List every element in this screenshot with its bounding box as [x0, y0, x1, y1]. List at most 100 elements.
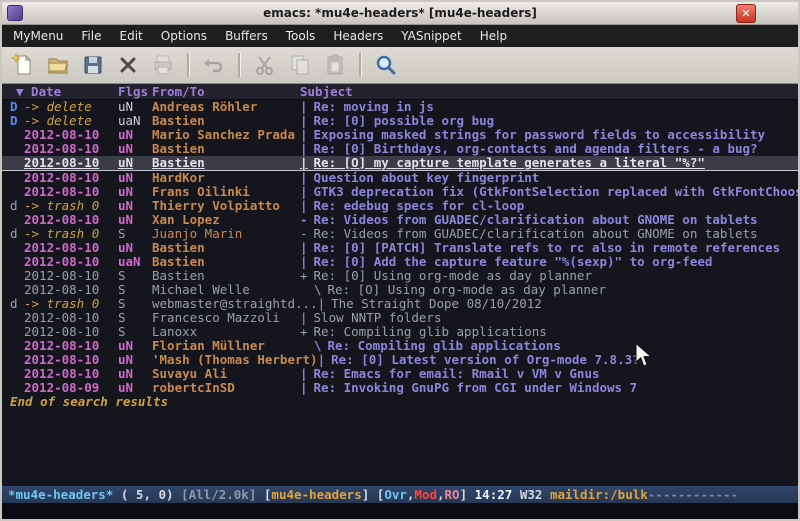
message-row[interactable]: 2012-08-10SBastien+Re: [0] Using org-mod… [2, 269, 798, 283]
message-sep: | [300, 142, 308, 156]
message-row[interactable]: 2012-08-10uNXan Lopez-Re: Videos from GU… [2, 213, 798, 227]
message-row[interactable]: 2012-08-10uNFrans Oilinki|GTK3 deprecati… [2, 185, 798, 199]
message-subject: GTK3 deprecation fix (GtkFontSelection r… [314, 185, 798, 199]
message-date: 2012-08-10 [24, 325, 118, 339]
message-date: 2012-08-10 [24, 339, 118, 353]
message-mark: D [10, 114, 24, 128]
column-header-date[interactable]: ▼ Date [10, 84, 118, 99]
message-row[interactable]: 2012-08-10uNBastien|Re: [0] Birthdays, o… [2, 142, 798, 156]
message-from: Frans Oilinki [152, 185, 300, 199]
message-flags: S [118, 311, 152, 325]
message-subject: Re: [0] Using org-mode as day planner [314, 269, 798, 283]
close-buffer-icon[interactable] [113, 51, 143, 79]
message-sep: | [300, 114, 308, 128]
message-date: 2012-08-10 [24, 283, 118, 297]
message-sep: \ [300, 339, 322, 353]
message-subject: Re: [0] [PATCH] Translate refs to rc als… [314, 241, 798, 255]
menu-item-buffers[interactable]: Buffers [216, 25, 277, 47]
modeline-segment: 14:27 [475, 487, 513, 502]
message-from: Bastien [152, 241, 300, 255]
message-mark: d [10, 297, 24, 311]
message-row[interactable]: 2012-08-10uNHardKor|Question about key f… [2, 171, 798, 185]
message-sep: | [300, 241, 308, 255]
copy-icon[interactable] [285, 51, 315, 79]
print-icon[interactable] [148, 51, 178, 79]
message-sep: - [300, 213, 308, 227]
message-from: Bastien [152, 255, 300, 269]
message-mark: d [10, 199, 24, 213]
menu-item-help[interactable]: Help [471, 25, 516, 47]
message-row[interactable]: 2012-08-10uNBastien|Re: [0] [PATCH] Tran… [2, 241, 798, 255]
message-row[interactable]: 2012-08-10SMichael Welle\Re: [O] Using o… [2, 283, 798, 297]
paste-icon[interactable] [320, 51, 350, 79]
message-date: 2012-08-10 [24, 367, 118, 381]
message-row[interactable]: d-> trash 0Swebmaster@straightd...|The S… [2, 297, 798, 311]
modeline-segment: ] [ [362, 487, 385, 502]
menu-item-options[interactable]: Options [152, 25, 216, 47]
search-icon[interactable] [371, 51, 401, 79]
message-from: Andreas Röhler [152, 100, 300, 114]
message-row[interactable]: 2012-08-10uNMario Sanchez Prada|Exposing… [2, 128, 798, 142]
message-row[interactable]: D-> deleteuNAndreas Röhler|Re: moving in… [2, 100, 798, 114]
toolbar-separator [238, 53, 241, 77]
message-row[interactable]: 2012-08-10uaNBastien|Re: [0] Add the cap… [2, 255, 798, 269]
column-header-from[interactable]: From/To [152, 84, 300, 99]
message-row[interactable]: d-> trash 0uNThierry Volpiatto|Re: edebu… [2, 199, 798, 213]
message-date: -> trash 0 [24, 227, 118, 241]
toolbar-separator [359, 53, 362, 77]
message-row[interactable]: 2012-08-10SFrancesco Mazzoli|Slow NNTP f… [2, 311, 798, 325]
message-date: 2012-08-10 [24, 241, 118, 255]
header-line: ▼ Date Flgs From/To Subject [2, 84, 798, 100]
message-from: 'Mash (Thomas Herbert) [152, 353, 318, 367]
message-from: Bastien [152, 114, 300, 128]
menu-item-file[interactable]: File [72, 25, 110, 47]
message-flags: uN [118, 213, 152, 227]
echo-area[interactable] [2, 503, 798, 519]
message-row[interactable]: 2012-08-10uNBastien|Re: [O] my capture t… [2, 156, 798, 171]
menu-item-headers[interactable]: Headers [324, 25, 392, 47]
message-row[interactable]: D-> deleteuaNBastien|Re: [0] possible or… [2, 114, 798, 128]
message-subject: Re: Videos from GUADEC/clarification abo… [314, 227, 798, 241]
message-flags: uN [118, 367, 152, 381]
message-row[interactable]: 2012-08-10uN'Mash (Thomas Herbert)|Re: [… [2, 353, 798, 367]
message-from: Bastien [152, 142, 300, 156]
message-row[interactable]: 2012-08-10SLanoxx+Re: Compiling glib app… [2, 325, 798, 339]
message-flags: S [118, 283, 152, 297]
new-file-icon[interactable] [8, 51, 38, 79]
message-sep: | [300, 100, 308, 114]
message-row[interactable]: 2012-08-09uNrobertcInSD|Re: Invoking Gnu… [2, 381, 798, 395]
message-row[interactable]: 2012-08-10uNFlorian Müllner\Re: Compilin… [2, 339, 798, 353]
close-button[interactable]: ✕ [736, 4, 756, 23]
open-folder-icon[interactable] [43, 51, 73, 79]
message-date: 2012-08-10 [24, 142, 118, 156]
menu-item-yasnippet[interactable]: YASnippet [392, 25, 471, 47]
message-row[interactable]: d-> trash 0SJuanjo Marin-Re: Videos from… [2, 227, 798, 241]
message-subject: Re: [O] Using org-mode as day planner [328, 283, 798, 297]
message-flags: uaN [118, 114, 152, 128]
menu-item-edit[interactable]: Edit [111, 25, 152, 47]
message-sep: | [300, 381, 308, 395]
message-from: Suvayu Ali [152, 367, 300, 381]
column-header-flags[interactable]: Flgs [118, 84, 152, 99]
column-header-subject[interactable]: Subject [300, 84, 798, 99]
menu-item-tools[interactable]: Tools [277, 25, 325, 47]
message-date: -> delete [24, 114, 118, 128]
modeline-segment: RO [445, 487, 460, 502]
message-date: 2012-08-10 [24, 311, 118, 325]
message-sep: | [300, 128, 308, 142]
undo-icon[interactable] [199, 51, 229, 79]
modeline-segment: , [437, 487, 445, 502]
message-from: robertcInSD [152, 381, 300, 395]
message-date: -> trash 0 [24, 297, 118, 311]
message-sep: | [300, 199, 308, 213]
message-flags: S [118, 227, 152, 241]
cut-icon[interactable] [250, 51, 280, 79]
message-subject: Re: Emacs for email: Rmail v VM v Gnus [314, 367, 798, 381]
modeline-segment: mu4e-headers [271, 487, 361, 502]
message-subject: Re: [O] my capture template generates a … [314, 156, 798, 170]
message-row[interactable]: 2012-08-10uNSuvayu Ali|Re: Emacs for ema… [2, 367, 798, 381]
message-date: 2012-08-10 [24, 353, 118, 367]
message-from: Michael Welle [152, 283, 300, 297]
save-icon[interactable] [78, 51, 108, 79]
menu-item-mymenu[interactable]: MyMenu [4, 25, 72, 47]
